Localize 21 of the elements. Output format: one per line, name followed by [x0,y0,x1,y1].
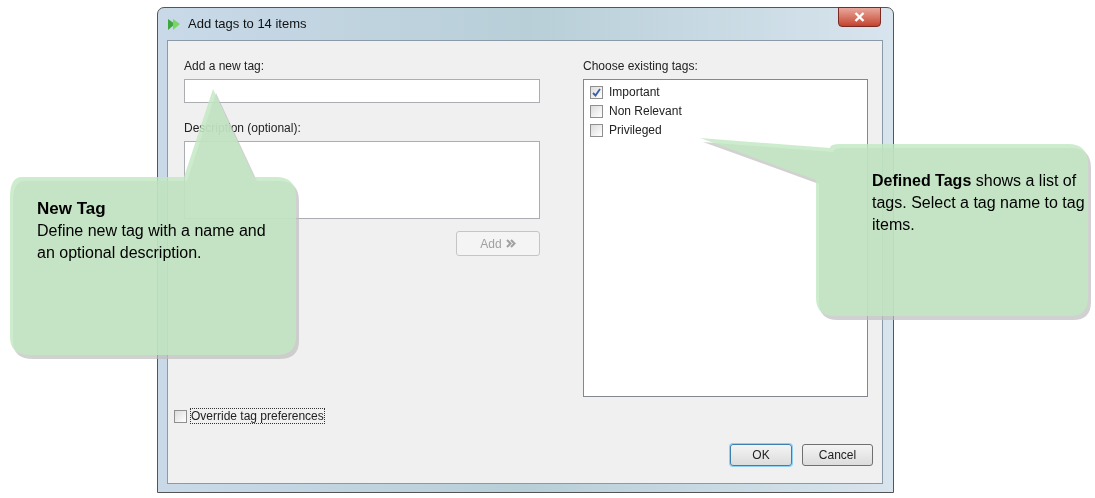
callout-text: Defined Tags shows a list of tags. Select a tag name to tag items. [872,171,1086,235]
tag-label: Privileged [609,122,662,139]
tag-name-field[interactable] [184,79,540,103]
tag-label: Non Relevant [609,103,682,120]
ok-button[interactable]: OK [730,444,792,466]
field-label: Choose existing tags: [583,58,699,75]
cancel-button[interactable]: Cancel [802,444,873,466]
callout-text: Define new tag with a name and an optional description. [37,221,267,263]
close-button[interactable] [838,7,881,27]
checkbox[interactable] [590,85,603,99]
double-chevron-icon [505,239,516,248]
checkbox[interactable] [590,123,603,137]
checkbox[interactable] [590,104,603,118]
window-title: Add tags to 14 items [188,15,307,34]
checkbox-label: Override tag preferences [190,408,325,424]
callout-heading: New Tag [37,198,107,220]
tag-label: Important [609,84,660,101]
close-icon [854,12,865,22]
app-icon [166,16,182,32]
field-label: Add a new tag: [184,58,266,75]
checkbox[interactable] [174,409,187,423]
